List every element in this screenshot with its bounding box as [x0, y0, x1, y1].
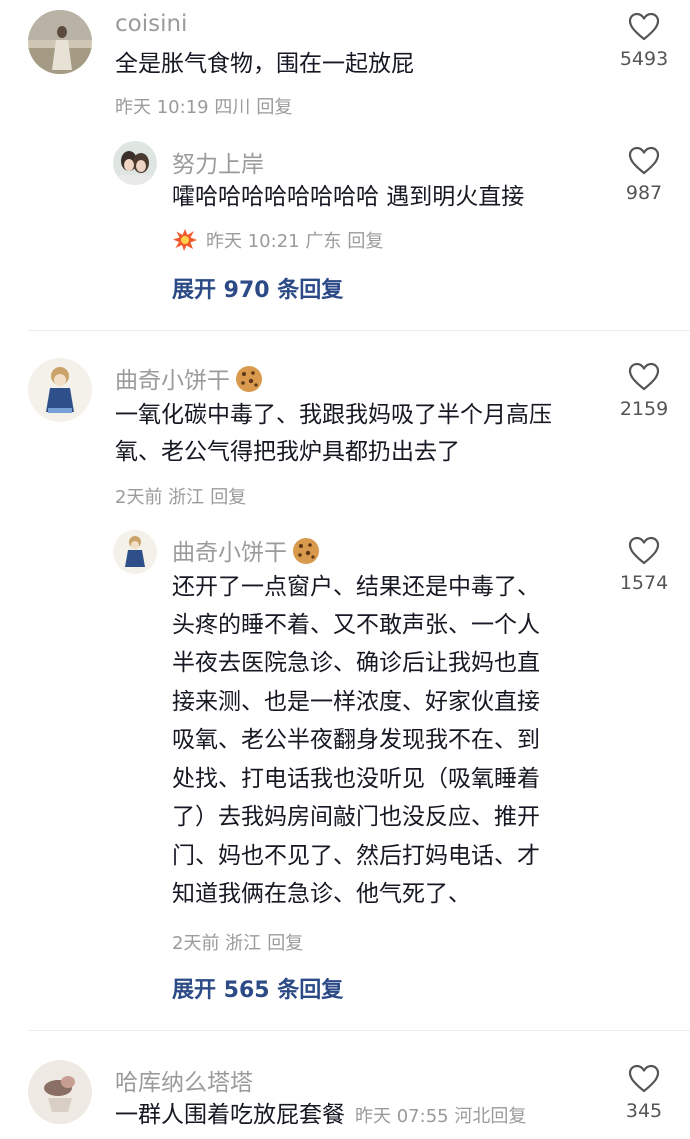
reply-username-text[interactable]: 曲奇小饼干 [172, 540, 287, 566]
heart-outline-icon [628, 146, 660, 175]
reply-text-line: 知道我俩在急诊、他气死了、 [172, 881, 471, 907]
reply-text-line: 门、妈也不见了、然后打妈电话、才 [172, 843, 540, 869]
avatar[interactable] [28, 10, 92, 74]
expand-replies-link[interactable]: 展开 565 条回复 [172, 972, 343, 1004]
comment-body: 一群人围着吃放屁套餐 昨天 07:55 河北回复 [115, 1096, 526, 1134]
like-count: 345 [625, 1100, 663, 1122]
like-count: 2159 [619, 398, 669, 420]
comment-text: 一群人围着吃放屁套餐 [115, 1102, 345, 1128]
reply-text-line: 还开了一点窗户、结果还是中毒了、 [172, 574, 540, 600]
reply-text: 嚯哈哈哈哈哈哈哈哈 遇到明火直接 [172, 184, 525, 210]
comment-meta: 2天前 浙江 回复 [115, 483, 246, 509]
reply-time-location: 2天前 浙江 [172, 933, 262, 954]
comment-username[interactable]: 曲奇小饼干 [115, 361, 264, 400]
comment-text-line: 一氧化碳中毒了、我跟我妈吸了半个月高压 [115, 402, 552, 428]
divider [28, 1030, 690, 1031]
comment-username[interactable]: coisini [115, 11, 187, 37]
avatar[interactable] [113, 530, 157, 574]
like-button[interactable]: 2159 [604, 362, 684, 420]
like-count: 987 [625, 182, 663, 204]
like-button[interactable]: 987 [604, 146, 684, 204]
comment-meta: 昨天 10:19 四川 回复 [115, 93, 292, 119]
comment-username[interactable]: 哈库纳么塔塔 [115, 1063, 253, 1097]
reply-button[interactable]: 回复 [490, 1106, 526, 1127]
expand-replies-link[interactable]: 展开 970 条回复 [172, 272, 343, 304]
like-button[interactable]: 5493 [604, 12, 684, 70]
reply-username[interactable]: 努力上岸 [172, 145, 264, 179]
reply-meta: 昨天 10:21 广东 回复 [172, 227, 383, 257]
reply-text-line: 吸氧、老公半夜翻身发现我不在、到 [172, 727, 540, 753]
reply-text-line: 半夜去医院急诊、确诊后让我妈也直 [172, 650, 540, 676]
like-button[interactable]: 1574 [604, 536, 684, 594]
reply-button[interactable]: 回复 [256, 97, 292, 118]
comment-time-location: 2天前 浙江 [115, 487, 205, 508]
reply-text-line: 处找、打电话我也没听见（吸氧睡着 [172, 766, 540, 792]
reply-time-location: 昨天 10:21 广东 [206, 231, 342, 252]
comment-text-line: 氧、老公气得把我炉具都扔出去了 [115, 439, 460, 465]
avatar[interactable] [28, 1060, 92, 1124]
reply-text-line: 了）去我妈房间敲门也没反应、推开 [172, 804, 540, 830]
divider [28, 330, 690, 331]
avatar[interactable] [28, 358, 92, 422]
reply-button[interactable]: 回复 [210, 487, 246, 508]
comment-text: 全是胀气食物，围在一起放屁 [115, 51, 414, 77]
reply-meta: 2天前 浙江 回复 [172, 929, 303, 955]
reply-button[interactable]: 回复 [347, 231, 383, 252]
reply-text-line: 接来测、也是一样浓度、好家伙直接 [172, 689, 540, 715]
avatar[interactable] [113, 141, 157, 185]
heart-outline-icon [628, 536, 660, 565]
reply-username[interactable]: 曲奇小饼干 [172, 533, 321, 572]
comment-time-location: 昨天 07:55 河北 [355, 1106, 491, 1127]
cookie-emoji-icon [234, 364, 264, 400]
heart-outline-icon [628, 12, 660, 41]
heart-outline-icon [628, 362, 660, 391]
heart-outline-icon [628, 1064, 660, 1093]
like-count: 1574 [619, 572, 669, 594]
reply-text-line: 头疼的睡不着、又不敢声张、一个人 [172, 612, 540, 638]
like-button[interactable]: 345 [604, 1064, 684, 1122]
cookie-emoji-icon [291, 536, 321, 572]
comment-time-location: 昨天 10:19 四川 [115, 97, 251, 118]
explosion-emoji-icon [172, 228, 198, 257]
like-count: 5493 [619, 48, 669, 70]
comment-username-text[interactable]: 曲奇小饼干 [115, 368, 230, 394]
reply-button[interactable]: 回复 [267, 933, 303, 954]
